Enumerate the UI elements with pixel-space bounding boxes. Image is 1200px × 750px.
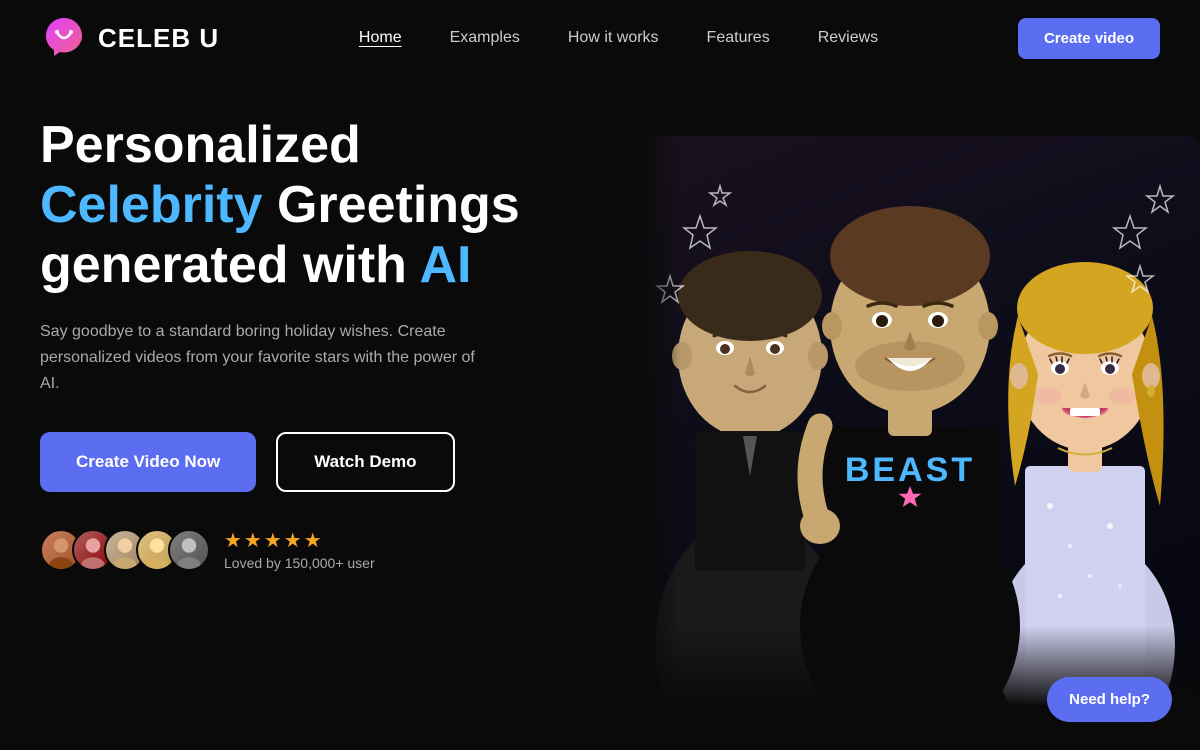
create-video-now-button[interactable]: Create Video Now [40, 432, 256, 492]
nav-link-features[interactable]: Features [707, 29, 770, 46]
social-proof: ★★★★★ Loved by 150,000+ user [40, 528, 600, 571]
star-rating: ★★★★★ [224, 528, 375, 553]
nav-link-home[interactable]: Home [359, 29, 402, 46]
nav-item-examples[interactable]: Examples [450, 29, 520, 47]
nav-link-reviews[interactable]: Reviews [818, 29, 878, 46]
hero-title-generated: generated with [40, 236, 419, 294]
hero-title-ai: AI [419, 236, 471, 294]
nav-links: Home Examples How it works Features Revi… [359, 29, 878, 47]
navbar-create-video-button[interactable]: Create video [1018, 18, 1160, 59]
watch-demo-button[interactable]: Watch Demo [276, 432, 454, 492]
nav-link-how-it-works[interactable]: How it works [568, 29, 659, 46]
social-proof-text: ★★★★★ Loved by 150,000+ user [224, 528, 375, 571]
need-help-button[interactable]: Need help? [1047, 677, 1172, 722]
logo-text: CELEB U [98, 23, 219, 54]
hero-title-greetings: Greetings [263, 176, 520, 234]
celebrity-scene: BEAST [640, 136, 1200, 706]
hero-description: Say goodbye to a standard boring holiday… [40, 319, 480, 396]
nav-item-home[interactable]: Home [359, 29, 402, 47]
nav-link-examples[interactable]: Examples [450, 29, 520, 46]
nav-item-reviews[interactable]: Reviews [818, 29, 878, 47]
navbar: CELEB U Home Examples How it works Featu… [0, 0, 1200, 76]
logo[interactable]: CELEB U [40, 14, 219, 62]
hero-title-line1: Personalized [40, 116, 361, 174]
proof-label: Loved by 150,000+ user [224, 555, 375, 571]
hero-buttons: Create Video Now Watch Demo [40, 432, 600, 492]
hero-image: BEAST [640, 136, 1200, 706]
nav-item-how-it-works[interactable]: How it works [568, 29, 659, 47]
logo-icon [40, 14, 88, 62]
nav-item-features[interactable]: Features [707, 29, 770, 47]
hero-content: Personalized Celebrity Greetings generat… [40, 116, 600, 571]
hero-title-celebrity: Celebrity [40, 176, 263, 234]
svg-text:BEAST: BEAST [845, 451, 975, 489]
hero-title: Personalized Celebrity Greetings generat… [40, 116, 600, 295]
hero-section: Personalized Celebrity Greetings generat… [0, 76, 1200, 571]
avatar-5 [168, 529, 210, 571]
celeb-center-figure: BEAST [760, 136, 1060, 706]
avatar-group [40, 529, 210, 571]
